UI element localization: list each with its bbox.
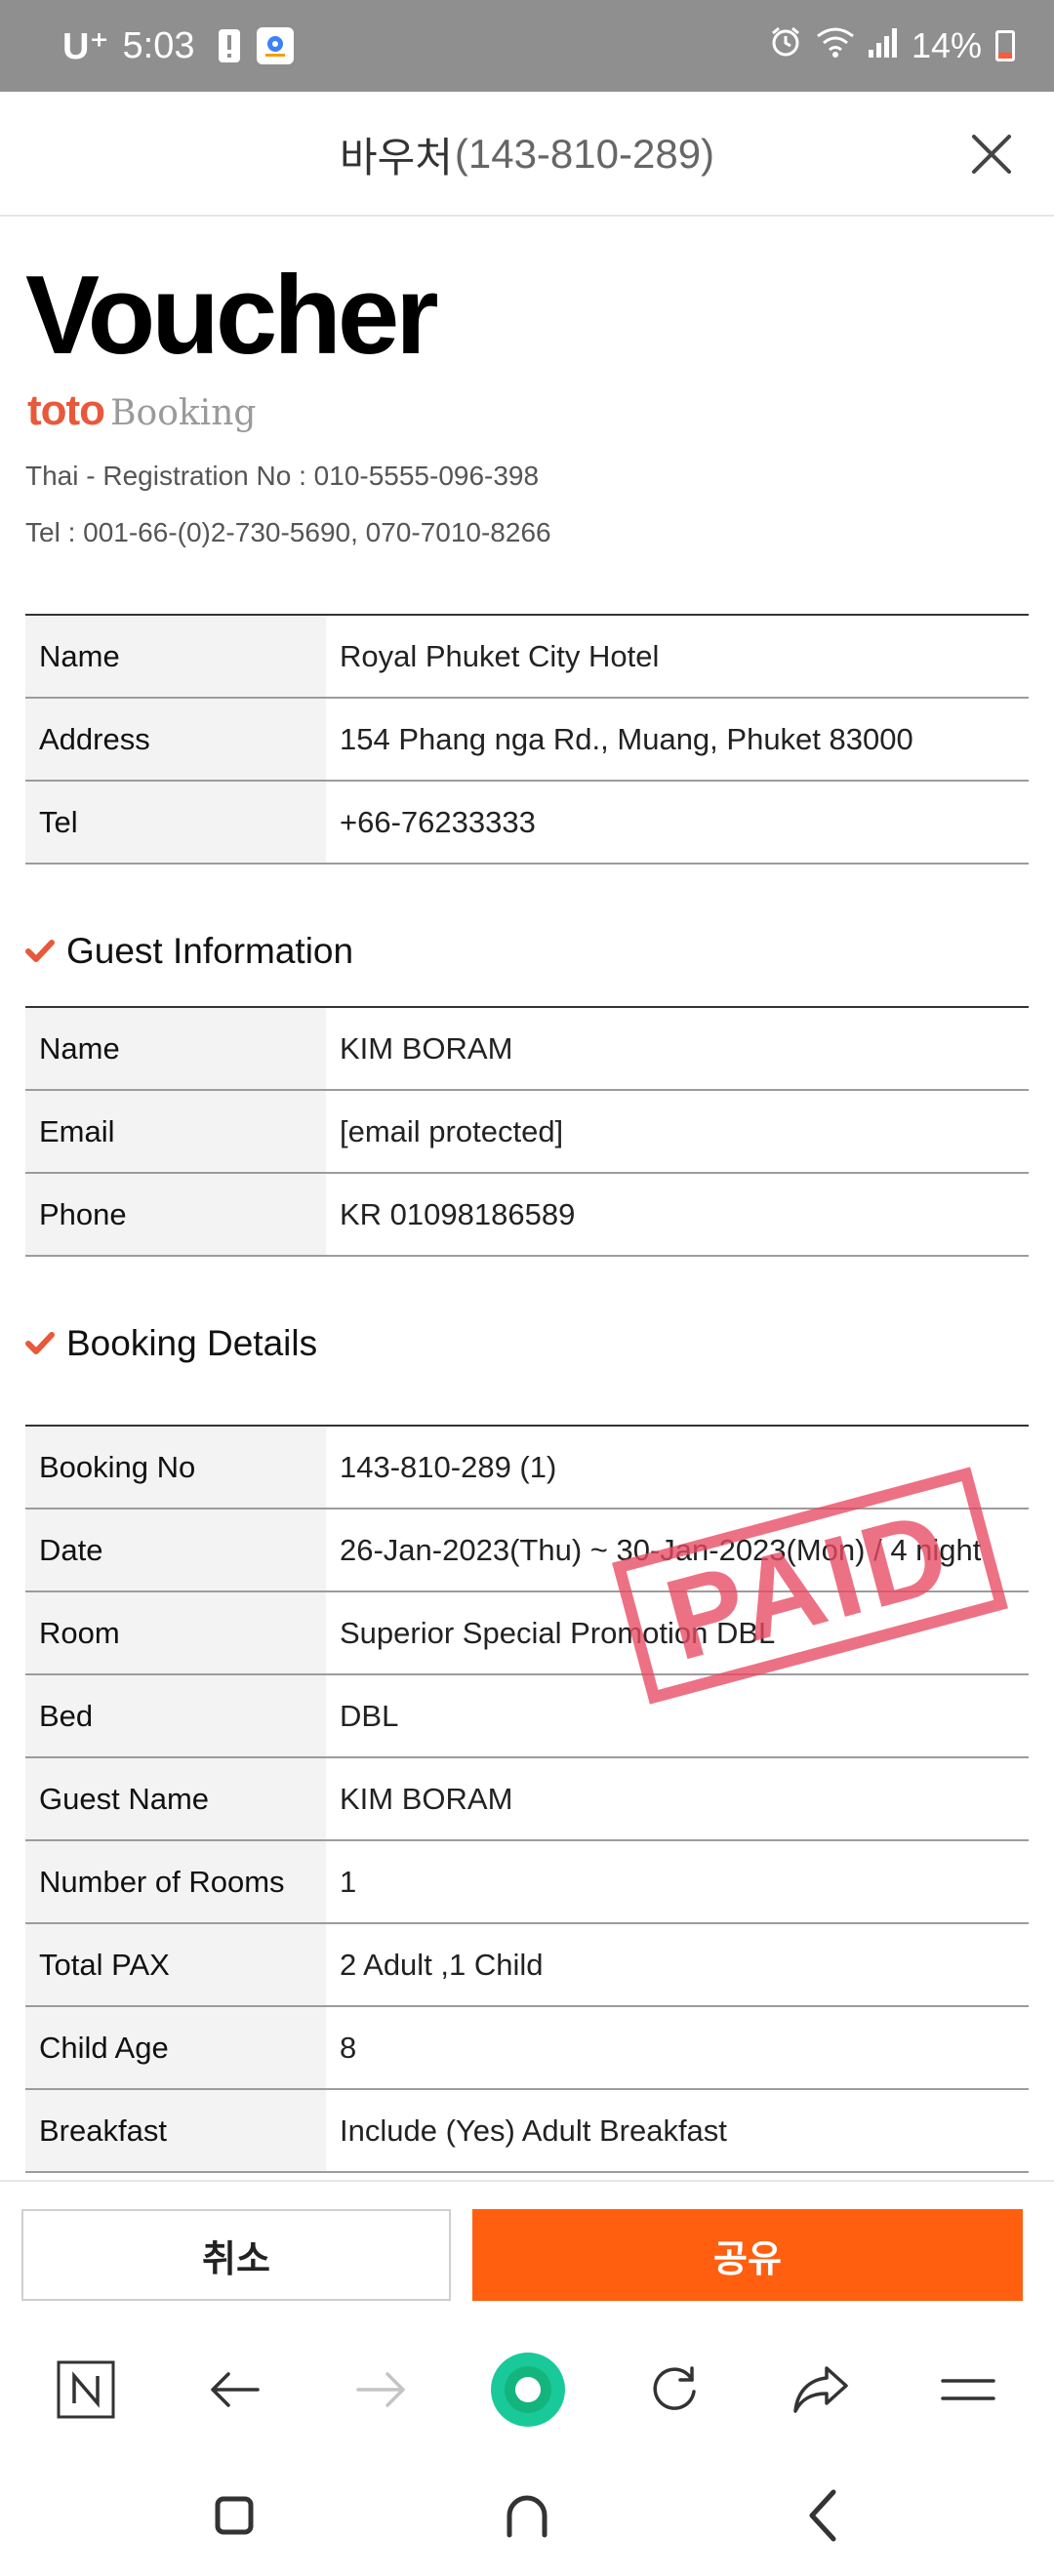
share-page-button[interactable] <box>781 2350 861 2430</box>
check-icon <box>25 940 55 962</box>
table-row: Child Age 8 <box>25 2006 1029 2089</box>
system-navigation-bar <box>0 2455 1054 2576</box>
wifi-icon <box>816 25 855 66</box>
row-value: KR 01098186589 <box>340 1196 576 1231</box>
home-button[interactable] <box>490 2478 564 2553</box>
row-label: Total PAX <box>25 1923 326 2006</box>
back-chevron-icon <box>809 2489 836 2542</box>
row-value: Royal Phuket City Hotel <box>340 638 660 673</box>
status-bar-right: 14% <box>769 0 1015 92</box>
recent-apps-icon <box>215 2496 254 2535</box>
brand-logo: toto Booking <box>27 386 256 435</box>
table-row: Bed DBL <box>25 1674 1029 1757</box>
forward-button[interactable] <box>342 2350 422 2430</box>
row-value: 1 <box>340 1864 357 1899</box>
table-row: Number of Rooms 1 <box>25 1840 1029 1923</box>
row-label: Phone <box>25 1173 326 1256</box>
refresh-button[interactable] <box>634 2350 714 2430</box>
row-value: KIM BORAM <box>340 1781 513 1816</box>
row-label: Name <box>25 615 326 698</box>
table-row: Email [email protected] <box>25 1090 1029 1173</box>
row-label: Breakfast <box>25 2089 326 2172</box>
title-prefix: 바우처 <box>339 134 453 181</box>
alarm-icon <box>769 25 802 67</box>
title-booking-number: (143-810-289) <box>454 131 715 177</box>
booking-section-title: Booking Details <box>25 1323 317 1364</box>
row-label: Name <box>25 1007 326 1090</box>
whale-icon <box>491 2353 565 2427</box>
row-value: 154 Phang nga Rd., Muang, Phuket 83000 <box>340 721 913 756</box>
back-nav-button[interactable] <box>787 2478 861 2553</box>
action-bar: 취소 공유 <box>0 2180 1054 2324</box>
voucher-content[interactable]: Voucher toto Booking Thai - Registration… <box>0 219 1054 2180</box>
close-button[interactable] <box>958 121 1025 187</box>
page-title: 바우처 (143-810-289) <box>0 92 1054 217</box>
back-button[interactable] <box>194 2350 274 2430</box>
row-label: Tel <box>25 781 326 864</box>
row-label: Address <box>25 698 326 781</box>
hamburger-menu-icon <box>941 2379 995 2400</box>
brand-name: toto <box>27 386 105 434</box>
carrier-label: U⁺ <box>62 25 109 67</box>
status-bar: U⁺ 5:03 14% <box>0 0 1054 92</box>
share-button[interactable]: 공유 <box>472 2209 1023 2301</box>
home-icon <box>507 2495 547 2538</box>
cancel-button[interactable]: 취소 <box>21 2209 451 2301</box>
booking-section-label: Booking Details <box>66 1323 318 1363</box>
row-value: [email protected] <box>340 1113 564 1148</box>
table-row: Name KIM BORAM <box>25 1007 1029 1090</box>
table-row: Breakfast Include (Yes) Adult Breakfast <box>25 2089 1029 2172</box>
whale-button[interactable] <box>488 2350 568 2430</box>
row-value: KIM BORAM <box>340 1030 513 1066</box>
row-value: 2 Adult ,1 Child <box>340 1947 544 1982</box>
arrow-left-icon <box>211 2372 260 2407</box>
close-icon <box>972 135 1011 174</box>
table-row: Tel +66-76233333 <box>25 781 1029 864</box>
page-header: 바우처 (143-810-289) <box>0 92 1054 217</box>
share-arrow-icon <box>793 2366 848 2413</box>
refresh-icon <box>653 2366 696 2410</box>
battery-icon <box>995 30 1015 61</box>
arrow-right-icon <box>356 2372 405 2407</box>
voucher-heading: Voucher <box>25 254 439 378</box>
menu-button[interactable] <box>928 2350 1008 2430</box>
table-row: Guest Name KIM BORAM <box>25 1757 1029 1840</box>
row-label: Booking No <box>25 1426 326 1509</box>
table-row: Phone KR 01098186589 <box>25 1173 1029 1256</box>
row-label: Date <box>25 1509 326 1591</box>
recent-apps-button[interactable] <box>197 2478 271 2553</box>
hotel-info-table: Name Royal Phuket City Hotel Address 154 P… <box>25 614 1029 865</box>
alert-icon <box>216 27 243 64</box>
browser-toolbar <box>0 2324 1054 2455</box>
row-value: Include (Yes) Adult Breakfast <box>340 2113 727 2148</box>
table-row: Total PAX 2 Adult ,1 Child <box>25 1923 1029 2006</box>
row-label: Bed <box>25 1674 326 1757</box>
row-value: 8 <box>340 2030 357 2065</box>
row-label: Email <box>25 1090 326 1173</box>
table-row: Name Royal Phuket City Hotel <box>25 615 1029 698</box>
row-label: Guest Name <box>25 1757 326 1840</box>
row-label: Number of Rooms <box>25 1840 326 1923</box>
brand-suffix: Booking <box>110 393 257 433</box>
row-value: +66-76233333 <box>340 804 536 839</box>
battery-percent: 14% <box>911 25 982 65</box>
table-row: Address 154 Phang nga Rd., Muang, Phuket … <box>25 698 1029 781</box>
guest-section-title: Guest Information <box>25 931 353 972</box>
row-label: Room <box>25 1591 326 1674</box>
app-icon <box>257 27 295 64</box>
company-tel: Tel : 001-66-(0)2-730-5690, 070-7010-826… <box>25 517 551 547</box>
naver-n-icon <box>57 2360 115 2419</box>
guest-section-label: Guest Information <box>66 931 354 971</box>
registration-number: Thai - Registration No : 010-5555-096-39… <box>25 461 540 491</box>
signal-icon <box>868 25 898 66</box>
check-icon <box>25 1332 55 1354</box>
status-bar-left: U⁺ 5:03 <box>62 0 295 92</box>
clock: 5:03 <box>122 24 195 66</box>
row-label: Child Age <box>25 2006 326 2089</box>
naver-home-button[interactable] <box>46 2350 126 2430</box>
guest-info-table: Name KIM BORAM Email [email protected] Pho… <box>25 1006 1029 1257</box>
